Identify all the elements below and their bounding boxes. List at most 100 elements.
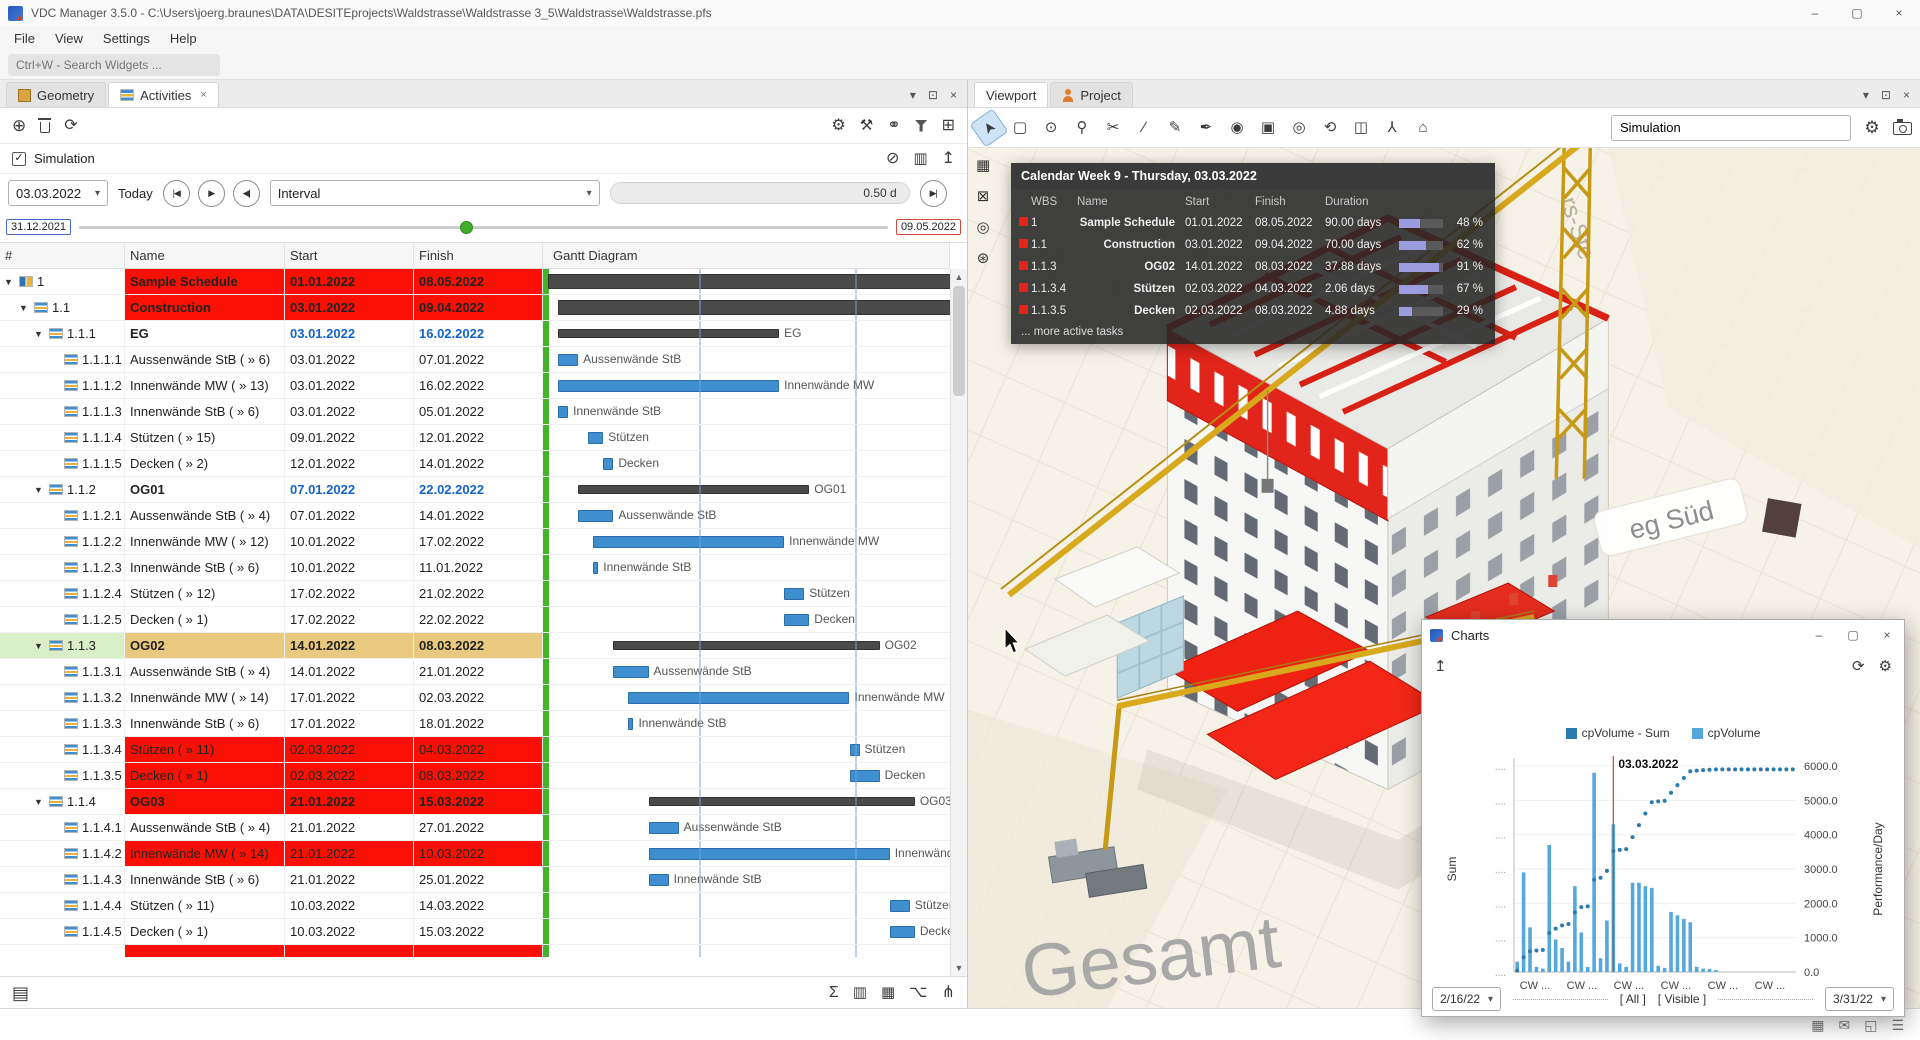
gantt-bar[interactable] [558, 406, 568, 418]
chart-settings-gear-icon[interactable]: ⚙ [1879, 659, 1892, 674]
gantt-bar[interactable] [628, 718, 633, 730]
task-row[interactable]: 1.1.4.2Innenwände MW ( » 14)21.01.202210… [0, 841, 950, 867]
column-header-wbs[interactable]: # [0, 243, 125, 268]
gear-circle-icon[interactable]: ⊛ [977, 251, 990, 266]
interval-select[interactable]: Interval ▾ [270, 180, 600, 206]
step-size-control[interactable]: 0.50 d [610, 182, 910, 204]
task-row[interactable]: ▼1.1.4OG0321.01.202215.03.2022OG03 [0, 789, 950, 815]
step-forward-button[interactable]: ▶| [920, 180, 947, 207]
crossed-box-icon[interactable]: ⊠ [977, 189, 990, 204]
calendar-task-row[interactable]: 1.1.3OG0214.01.202208.03.202237.88 days9… [1019, 256, 1487, 278]
column-header-finish[interactable]: Finish [414, 243, 543, 268]
simulation-checkbox[interactable]: ✓ [12, 152, 26, 166]
link-icon[interactable]: ⚭ [887, 118, 900, 134]
gantt-bar[interactable] [649, 822, 679, 834]
tab-list-dropdown-icon[interactable]: ▾ [910, 88, 916, 102]
gantt-bar[interactable] [890, 926, 915, 938]
tab-list-dropdown-icon[interactable]: ▾ [1863, 88, 1869, 102]
section-plane-icon[interactable]: ◫ [1348, 115, 1374, 141]
gantt-bar[interactable] [649, 874, 669, 886]
task-row[interactable]: 1.1.4.3Innenwände StB ( » 6)21.01.202225… [0, 867, 950, 893]
visibility-eye-icon[interactable]: ◉ [1224, 115, 1250, 141]
expand-arrow-icon[interactable]: ▼ [34, 329, 45, 339]
timeline-slider[interactable] [79, 214, 888, 240]
tab-viewport[interactable]: Viewport [974, 82, 1048, 107]
export-chart-icon[interactable]: ↥ [1434, 659, 1447, 674]
task-row[interactable]: ▼1.1.2OG0107.01.202222.02.2022OG01 [0, 477, 950, 503]
block-icon[interactable]: ⊘ [886, 151, 899, 167]
filter-funnel-icon[interactable] [915, 120, 928, 132]
close-panel-icon[interactable]: × [950, 88, 957, 102]
tools-wrench-icon[interactable]: ⚒ [860, 118, 873, 133]
column-header-gantt[interactable]: Gantt Diagram [543, 243, 950, 268]
task-row[interactable]: ▼1.1.3OG0214.01.202208.03.2022OG02 [0, 633, 950, 659]
calendar-task-row[interactable]: 1.1.3.4Stützen02.03.202204.03.20222.06 d… [1019, 278, 1487, 300]
tree-icon[interactable]: ⌥ [909, 985, 927, 1001]
gantt-bar[interactable] [558, 354, 578, 366]
task-row[interactable]: 1.1.3.1Aussenwände StB ( » 4)14.01.20222… [0, 659, 950, 685]
tab-project[interactable]: Project [1050, 82, 1132, 107]
chart-create-icon[interactable]: ▥ [853, 985, 867, 1000]
menu-settings[interactable]: Settings [93, 31, 160, 46]
calendar-task-row[interactable]: 1.1Construction03.01.202209.04.202270.00… [1019, 234, 1487, 256]
minimize-button[interactable]: – [1802, 620, 1836, 650]
calendar-task-row[interactable]: 1.1.3.5Decken02.03.202208.03.20224.88 da… [1019, 300, 1487, 322]
float-panel-icon[interactable]: ⊡ [928, 88, 938, 102]
screenshot-camera-icon[interactable] [1893, 122, 1912, 135]
widget-search-input[interactable] [8, 54, 220, 76]
task-row[interactable]: 1.1.2.2Innenwände MW ( » 12)10.01.202217… [0, 529, 950, 555]
timeline-slider-handle[interactable] [460, 221, 473, 234]
scroll-down-icon[interactable]: ▼ [951, 963, 967, 973]
gantt-bar[interactable] [603, 458, 613, 470]
gantt-bar[interactable] [784, 614, 809, 626]
gantt-bar[interactable] [588, 432, 603, 444]
task-row[interactable]: 1.1.1.2Innenwände MW ( » 13)03.01.202216… [0, 373, 950, 399]
gantt-bar[interactable] [593, 562, 598, 574]
task-row[interactable]: 1.1.4.1Aussenwände StB ( » 4)21.01.20222… [0, 815, 950, 841]
close-panel-icon[interactable]: × [1903, 88, 1910, 102]
task-row[interactable]: 1.1.2.5Decken ( » 1)17.02.202222.02.2022… [0, 607, 950, 633]
task-row[interactable]: 1.1.4.5Decken ( » 1)10.03.202215.03.2022… [0, 919, 950, 945]
menu-help[interactable]: Help [160, 31, 207, 46]
gantt-bar[interactable] [613, 666, 648, 678]
gantt-bar[interactable] [558, 329, 779, 338]
slice-icon[interactable]: ∕ [1131, 115, 1157, 141]
minimize-button[interactable]: – [1794, 0, 1836, 26]
more-active-tasks-link[interactable]: ... more active tasks [1019, 322, 1487, 339]
pin-icon[interactable]: ⚲ [1069, 115, 1095, 141]
chart-column-icon[interactable]: ▥ [913, 151, 927, 166]
gantt-bar[interactable] [613, 641, 879, 650]
gantt-bar[interactable] [649, 848, 890, 860]
gantt-bar[interactable] [890, 900, 910, 912]
orbit-icon[interactable]: ⟲ [1317, 115, 1343, 141]
expand-arrow-icon[interactable]: ▼ [4, 277, 15, 287]
chart-table-icon[interactable]: ▦ [881, 985, 895, 1000]
tray-panel-icon[interactable]: ◱ [1864, 1018, 1877, 1032]
refresh-chart-icon[interactable]: ⟳ [1852, 659, 1865, 674]
marker-pen-icon[interactable]: ✒ [1193, 115, 1219, 141]
gantt-bar[interactable] [649, 797, 915, 806]
menu-view[interactable]: View [45, 31, 93, 46]
column-header-start[interactable]: Start [285, 243, 414, 268]
task-row[interactable]: 1.1.1.3Innenwände StB ( » 6)03.01.202205… [0, 399, 950, 425]
scroll-up-icon[interactable]: ▲ [951, 272, 967, 282]
task-row[interactable]: ▼1.1Construction03.01.202209.04.2022 [0, 295, 950, 321]
task-row[interactable]: 1.1.3.5Decken ( » 1)02.03.202208.03.2022… [0, 763, 950, 789]
gantt-bar[interactable] [628, 692, 849, 704]
run-settings-gear-icon[interactable]: ⚙ [831, 118, 845, 134]
expand-arrow-icon[interactable]: ▼ [34, 641, 45, 651]
task-row[interactable]: 1.1.3.3Innenwände StB ( » 6)17.01.202218… [0, 711, 950, 737]
gantt-bar[interactable] [558, 300, 950, 315]
focus-target-icon[interactable]: ◎ [1286, 115, 1312, 141]
camera-view-icon[interactable]: ▣ [1255, 115, 1281, 141]
task-row[interactable]: 1.1.2.3Innenwände StB ( » 6)10.01.202211… [0, 555, 950, 581]
calendar-task-row[interactable]: 1Sample Schedule01.01.202208.05.202290.0… [1019, 212, 1487, 234]
task-row[interactable]: 1.1.3.4Stützen ( » 11)02.03.202204.03.20… [0, 737, 950, 763]
box-select-icon[interactable]: ▢ [1007, 115, 1033, 141]
refresh-icon[interactable]: ⟳ [64, 118, 77, 134]
simulation-date-select[interactable]: 03.03.2022 ▾ [8, 180, 108, 206]
task-row-partial[interactable] [0, 945, 950, 957]
task-row[interactable]: 1.1.2.4Stützen ( » 12)17.02.202221.02.20… [0, 581, 950, 607]
gantt-bar[interactable] [578, 510, 613, 522]
walk-mode-icon[interactable]: ⅄ [1379, 115, 1405, 141]
